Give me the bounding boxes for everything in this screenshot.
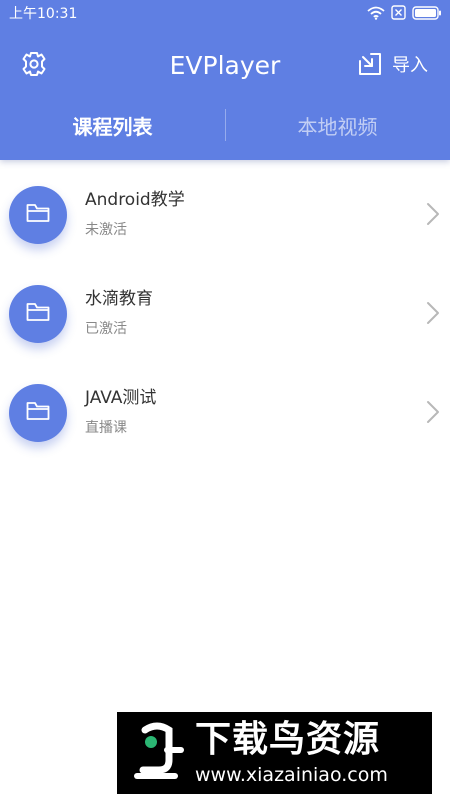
course-item[interactable]: JAVA测试 直播课 [0,363,450,462]
chevron-right-icon [426,301,440,325]
course-list: Android教学 未激活 水滴教育 已激活 JAVA测试 直播课 [0,165,450,462]
chevron-right-icon [426,202,440,226]
course-name: JAVA测试 [85,388,157,408]
course-item[interactable]: 水滴教育 已激活 [0,264,450,363]
wifi-icon [367,5,385,24]
course-name: Android教学 [85,190,185,210]
course-item[interactable]: Android教学 未激活 [0,165,450,264]
tab-local-video[interactable]: 本地视频 [225,100,450,150]
folder-icon [26,302,50,326]
bird-logo-icon [127,720,189,786]
status-bar: 上午10:31 [0,0,450,28]
course-badge [9,186,67,244]
course-name: 水滴教育 [85,289,153,309]
watermark-banner: 下载鸟资源 www.xiazainiao.com [117,712,432,794]
course-status: 未激活 [85,222,127,238]
tab-course-list[interactable]: 课程列表 [0,100,225,150]
app-screen: 上午10:31 EVPlayer 导入 课程列表 本地视频 Android教学 … [0,0,450,800]
battery-icon [412,5,442,24]
import-label: 导入 [392,55,428,76]
status-icons [367,5,442,24]
course-status: 已激活 [85,321,127,337]
watermark-url: www.xiazainiao.com [195,764,388,786]
app-header: 上午10:31 EVPlayer 导入 课程列表 本地视频 [0,0,450,160]
folder-icon [26,401,50,425]
sim-blocked-icon [391,5,406,24]
toolbar: EVPlayer 导入 [0,36,450,94]
import-button[interactable]: 导入 [358,50,428,82]
course-badge [9,285,67,343]
tab-bar: 课程列表 本地视频 [0,100,450,150]
status-time: 上午10:31 [9,6,78,22]
course-status: 直播课 [85,420,127,436]
folder-icon [26,203,50,227]
import-icon [358,52,382,80]
course-badge [9,384,67,442]
watermark-title: 下载鸟资源 [195,719,381,760]
chevron-right-icon [426,400,440,424]
